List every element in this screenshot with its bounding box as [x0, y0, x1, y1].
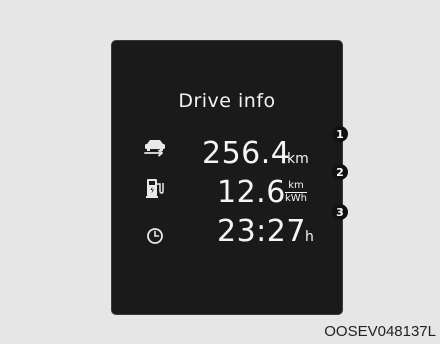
- drive-info-display: Drive info 256.4 km 12.6 km kWh 23:27 h: [111, 40, 343, 315]
- time-value: 23:27: [217, 214, 306, 249]
- efficiency-value: 12.6: [217, 175, 286, 210]
- car-arrow-icon: [142, 137, 168, 161]
- clock-icon: [146, 227, 164, 249]
- distance-unit: km: [287, 151, 309, 167]
- figure-code: OOSEV048137L: [324, 323, 436, 340]
- time-unit: h: [305, 229, 314, 245]
- efficiency-unit-denominator: kWh: [285, 193, 308, 204]
- callout-badge-1: 1: [332, 126, 348, 142]
- charging-station-icon: [145, 177, 165, 203]
- callout-badge-3: 3: [332, 204, 348, 220]
- distance-value: 256.4: [202, 136, 291, 171]
- efficiency-unit-numerator: km: [288, 180, 304, 191]
- panel-title: Drive info: [178, 90, 276, 112]
- efficiency-unit: km kWh: [285, 180, 308, 204]
- callout-badge-2: 2: [332, 164, 348, 180]
